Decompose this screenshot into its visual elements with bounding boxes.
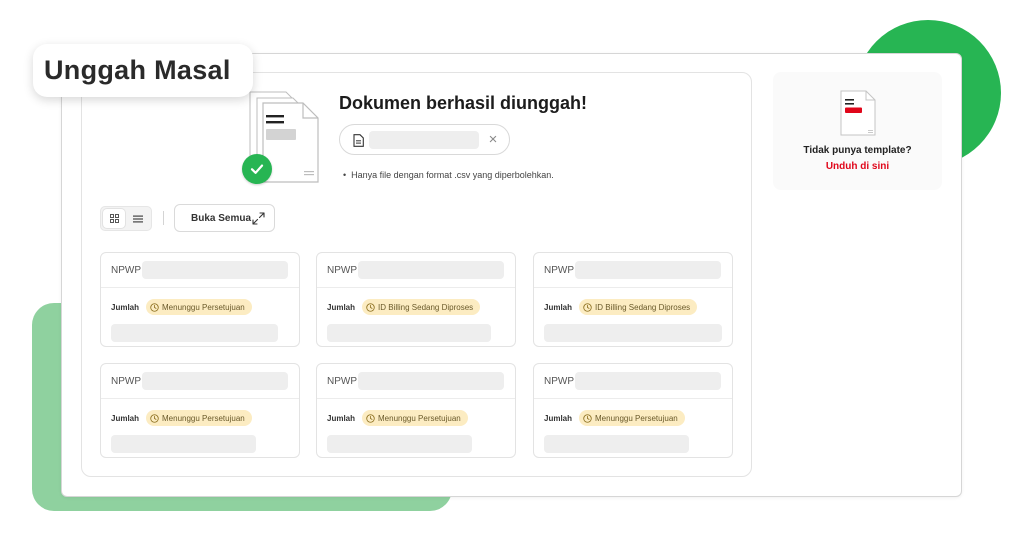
npwp-label: NPWP bbox=[111, 265, 141, 276]
status-text: Menunggu Persetujuan bbox=[595, 413, 678, 423]
uploaded-file-chip: × bbox=[339, 124, 510, 155]
npwp-value-placeholder bbox=[358, 372, 504, 390]
npwp-value-placeholder bbox=[358, 261, 504, 279]
status-badge: Menunggu Persetujuan bbox=[146, 410, 252, 426]
npwp-value-placeholder bbox=[142, 261, 288, 279]
record-card[interactable]: NPWP Jumlah ID Billing Sedang Diproses bbox=[533, 252, 733, 347]
download-template-link[interactable]: Unduh di sini bbox=[773, 161, 942, 172]
view-toggle bbox=[100, 206, 152, 231]
list-view-button[interactable] bbox=[127, 209, 149, 228]
file-icon bbox=[353, 134, 364, 147]
open-all-button[interactable]: Buka Semua bbox=[174, 204, 275, 232]
status-badge: Menunggu Persetujuan bbox=[146, 299, 252, 315]
record-card[interactable]: NPWP Jumlah Menunggu Persetujuan bbox=[100, 363, 300, 458]
card-divider bbox=[317, 398, 515, 399]
template-panel: Tidak punya template? Unduh di sini bbox=[773, 72, 942, 190]
check-circle-icon bbox=[242, 154, 272, 184]
amount-value-placeholder bbox=[111, 324, 278, 342]
status-text: Menunggu Persetujuan bbox=[378, 413, 461, 423]
clock-icon bbox=[583, 413, 592, 423]
status-text: ID Billing Sedang Diproses bbox=[378, 302, 474, 312]
npwp-value-placeholder bbox=[575, 261, 721, 279]
grid-icon bbox=[109, 214, 119, 223]
card-divider bbox=[101, 287, 299, 288]
status-text: ID Billing Sedang Diproses bbox=[595, 302, 691, 312]
record-card[interactable]: NPWP Jumlah Menunggu Persetujuan bbox=[100, 252, 300, 347]
record-card[interactable]: NPWP Jumlah Menunggu Persetujuan bbox=[533, 363, 733, 458]
npwp-label: NPWP bbox=[327, 265, 357, 276]
status-text: Menunggu Persetujuan bbox=[162, 413, 245, 423]
amount-label: Jumlah bbox=[544, 303, 573, 312]
remove-file-button[interactable]: × bbox=[484, 130, 502, 150]
grid-view-button[interactable] bbox=[103, 209, 125, 228]
upload-success-title: Dokumen berhasil diunggah! bbox=[339, 93, 588, 113]
npwp-label: NPWP bbox=[544, 376, 574, 387]
template-question: Tidak punya template? bbox=[803, 145, 912, 156]
open-all-label: Buka Semua bbox=[191, 212, 252, 224]
amount-label: Jumlah bbox=[327, 414, 356, 423]
status-badge: Menunggu Persetujuan bbox=[362, 410, 468, 426]
amount-label: Jumlah bbox=[111, 414, 140, 423]
toolbar-divider bbox=[163, 211, 164, 225]
clock-icon bbox=[366, 302, 375, 312]
card-divider bbox=[317, 287, 515, 288]
card-divider bbox=[534, 287, 732, 288]
page-title: Unggah Masal bbox=[33, 44, 253, 97]
amount-value-placeholder bbox=[327, 324, 491, 342]
amount-value-placeholder bbox=[544, 435, 689, 453]
check-icon bbox=[250, 164, 264, 174]
clock-icon bbox=[366, 413, 375, 423]
clock-icon bbox=[150, 302, 159, 312]
amount-value-placeholder bbox=[111, 435, 256, 453]
amount-value-placeholder bbox=[544, 324, 722, 342]
npwp-label: NPWP bbox=[327, 376, 357, 387]
record-card[interactable]: NPWP Jumlah ID Billing Sedang Diproses bbox=[316, 252, 516, 347]
amount-value-placeholder bbox=[327, 435, 472, 453]
list-icon bbox=[133, 215, 143, 222]
npwp-value-placeholder bbox=[142, 372, 288, 390]
file-name-placeholder bbox=[369, 131, 479, 149]
record-card[interactable]: NPWP Jumlah Menunggu Persetujuan bbox=[316, 363, 516, 458]
bullet: • bbox=[343, 170, 347, 180]
amount-label: Jumlah bbox=[327, 303, 356, 312]
document-template-icon bbox=[840, 90, 876, 136]
npwp-label: NPWP bbox=[111, 376, 141, 387]
upload-note-text: Hanya file dengan format .csv yang diper… bbox=[351, 170, 554, 180]
amount-label: Jumlah bbox=[544, 414, 573, 423]
status-text: Menunggu Persetujuan bbox=[162, 302, 245, 312]
card-divider bbox=[101, 398, 299, 399]
upload-format-note: • Hanya file dengan format .csv yang dipe… bbox=[343, 170, 554, 180]
status-badge: Menunggu Persetujuan bbox=[579, 410, 685, 426]
clock-icon bbox=[583, 302, 592, 312]
amount-label: Jumlah bbox=[111, 303, 140, 312]
expand-icon bbox=[252, 212, 265, 225]
npwp-label: NPWP bbox=[544, 265, 574, 276]
status-badge: ID Billing Sedang Diproses bbox=[362, 299, 481, 315]
status-badge: ID Billing Sedang Diproses bbox=[579, 299, 698, 315]
clock-icon bbox=[150, 413, 159, 423]
npwp-value-placeholder bbox=[575, 372, 721, 390]
card-divider bbox=[534, 398, 732, 399]
